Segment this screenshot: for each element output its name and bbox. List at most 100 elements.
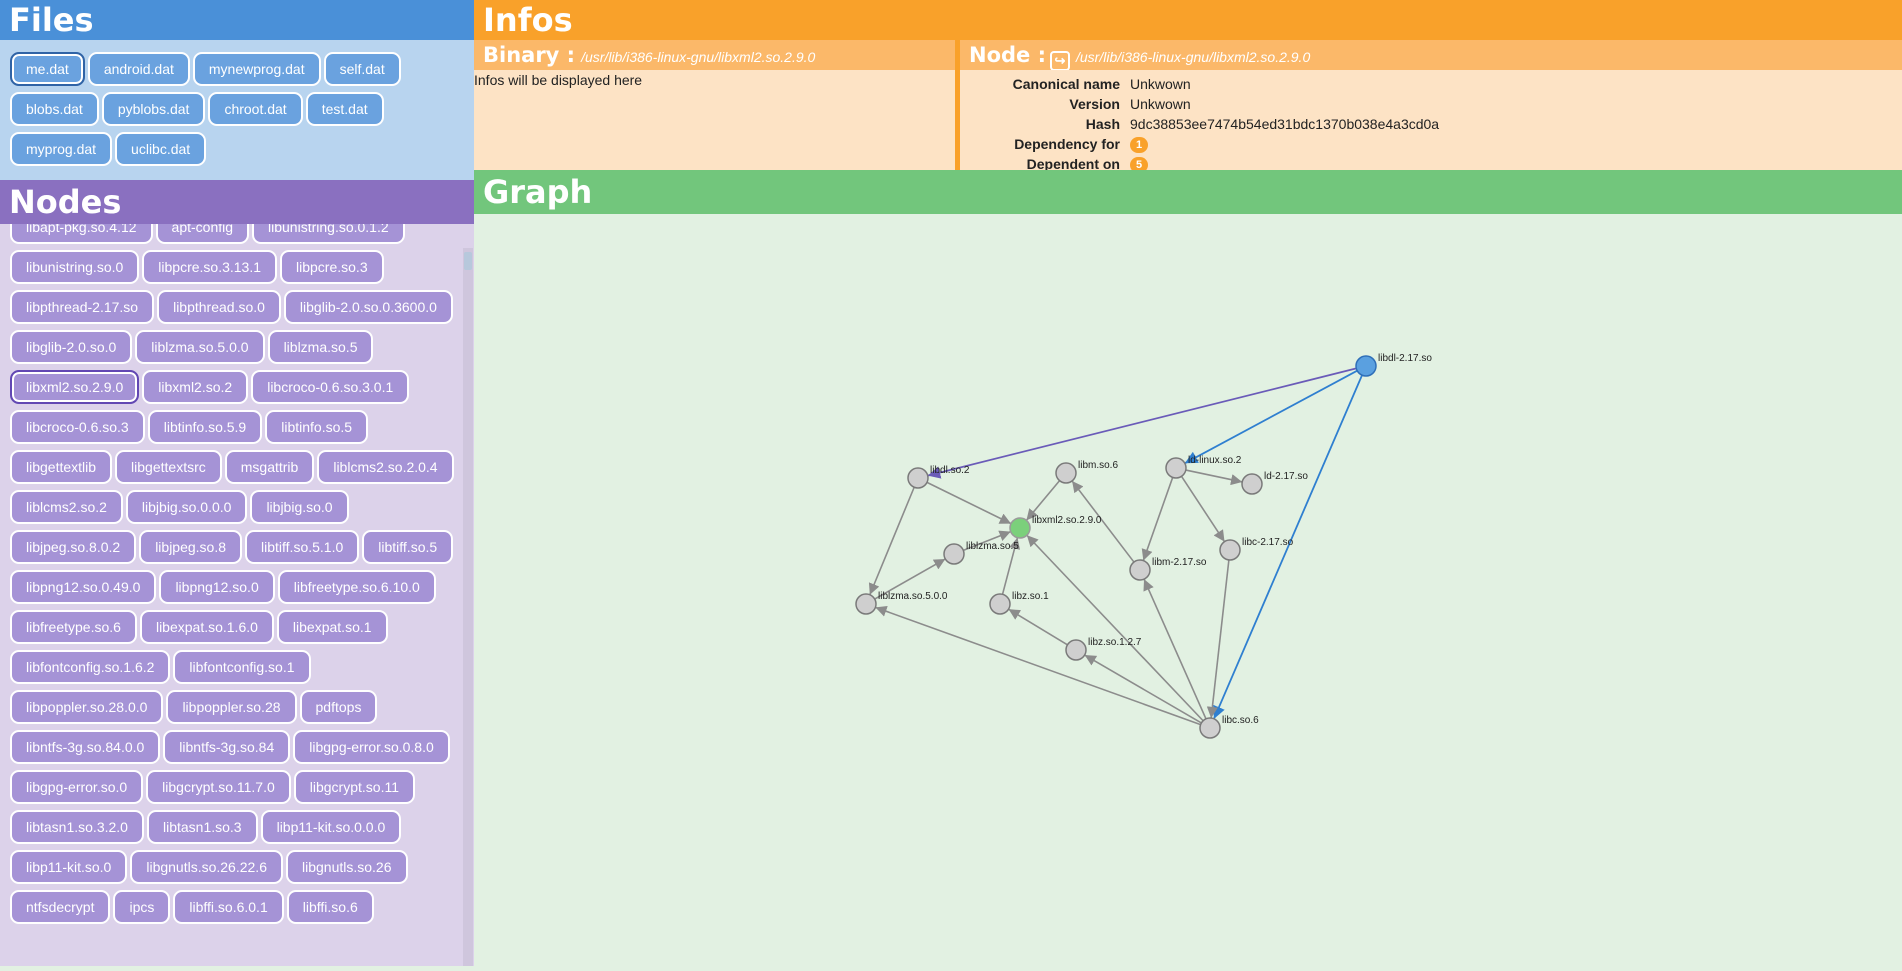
node-chip-libunistring-so-0[interactable]: libunistring.so.0 xyxy=(10,250,140,284)
node-chip-liblzma-so-5[interactable]: liblzma.so.5 xyxy=(267,330,374,364)
node-chip-libgettextlib[interactable]: libgettextlib xyxy=(10,450,113,484)
node-chip-libapt-pkg-so-4-12[interactable]: libapt-pkg.so.4.12 xyxy=(10,224,153,244)
dependency-for-row: Dependency for 1 xyxy=(960,134,1902,154)
node-chip-libfreetype-so-6[interactable]: libfreetype.so.6 xyxy=(10,610,137,644)
node-chip-libfontconfig-so-1-6-2[interactable]: libfontconfig.so.1.6.2 xyxy=(10,650,171,684)
node-chip-libffi-so-6[interactable]: libffi.so.6 xyxy=(286,890,374,924)
graph-node-label: ld-2.17.so xyxy=(1264,471,1308,482)
node-chip-libp11-kit-so-0[interactable]: libp11-kit.so.0 xyxy=(10,850,128,884)
node-chip-libgnutls-so-26-22-6[interactable]: libgnutls.so.26.22.6 xyxy=(130,850,283,884)
node-chip-libpcre-so-3[interactable]: libpcre.so.3 xyxy=(280,250,384,284)
node-chip-libpng12-so-0-49-0[interactable]: libpng12.so.0.49.0 xyxy=(10,570,157,604)
file-chip-blobs-dat[interactable]: blobs.dat xyxy=(10,92,99,126)
nodes-scrollbar[interactable] xyxy=(463,248,473,966)
node-chip-libpcre-so-3-13-1[interactable]: libpcre.so.3.13.1 xyxy=(142,250,278,284)
file-chip-myprog-dat[interactable]: myprog.dat xyxy=(10,132,113,166)
file-chip-test-dat[interactable]: test.dat xyxy=(305,92,384,126)
node-chip-libffi-so-6-0-1[interactable]: libffi.so.6.0.1 xyxy=(173,890,284,924)
node-chip-apt-config[interactable]: apt-config xyxy=(155,224,250,244)
node-chip-libglib-2-0-so-0[interactable]: libglib-2.0.so.0 xyxy=(10,330,133,364)
graph-node-circle[interactable] xyxy=(855,593,877,615)
node-chip-libglib-2-0-so-0-3600-0[interactable]: libglib-2.0.so.0.3600.0 xyxy=(283,290,453,324)
graph-node-circle[interactable] xyxy=(907,467,929,489)
graph-node-circle[interactable] xyxy=(1199,717,1221,739)
graph-node-liblzma-so-5-0-0[interactable]: liblzma.so.5.0.0 xyxy=(855,591,948,615)
file-chip-android-dat[interactable]: android.dat xyxy=(87,52,190,86)
file-chip-mynewprog-dat[interactable]: mynewprog.dat xyxy=(192,52,321,86)
node-chip-libpthread-so-0[interactable]: libpthread.so.0 xyxy=(157,290,281,324)
node-chip-ipcs[interactable]: ipcs xyxy=(113,890,171,924)
node-chip-libgnutls-so-26[interactable]: libgnutls.so.26 xyxy=(285,850,408,884)
node-chip-libxml2-so-2-9-0[interactable]: libxml2.so.2.9.0 xyxy=(10,370,140,404)
node-chip-libgpg-error-so-0-8-0[interactable]: libgpg-error.so.0.8.0 xyxy=(293,730,450,764)
dependency-graph[interactable]: libdl-2.17.so libdl.so.2 libm.so.6 ld-linux… xyxy=(474,214,1902,966)
file-chip-uclibc-dat[interactable]: uclibc.dat xyxy=(115,132,207,166)
graph-node-libz-so-1[interactable]: libz.so.1 xyxy=(989,591,1049,615)
graph-node-circle[interactable] xyxy=(1241,473,1263,495)
node-chip-libexpat-so-1[interactable]: libexpat.so.1 xyxy=(276,610,388,644)
graph-canvas[interactable]: libdl-2.17.so libdl.so.2 libm.so.6 ld-linux… xyxy=(474,214,1902,966)
node-chip-libjbig-so-0[interactable]: libjbig.so.0 xyxy=(250,490,349,524)
node-chip-libtasn1-so-3[interactable]: libtasn1.so.3 xyxy=(146,810,258,844)
node-chip-libfontconfig-so-1[interactable]: libfontconfig.so.1 xyxy=(173,650,311,684)
graph-node-circle[interactable] xyxy=(1055,462,1077,484)
file-chip-pyblobs-dat[interactable]: pyblobs.dat xyxy=(101,92,206,126)
node-chip-libxml2-so-2[interactable]: libxml2.so.2 xyxy=(142,370,249,404)
graph-node-libc-2-17-so[interactable]: libc-2.17.so xyxy=(1219,537,1294,561)
node-chip-libtinfo-so-5[interactable]: libtinfo.so.5 xyxy=(265,410,369,444)
node-chip-msgattrib[interactable]: msgattrib xyxy=(224,450,315,484)
graph-node-libc-so-6[interactable]: libc.so.6 xyxy=(1199,715,1259,739)
node-chip-libpoppler-so-28[interactable]: libpoppler.so.28 xyxy=(166,690,297,724)
graph-node-libm-2-17-so[interactable]: libm-2.17.so xyxy=(1129,557,1207,581)
graph-node-libdl-so-2[interactable]: libdl.so.2 xyxy=(907,465,970,489)
node-chip-libgpg-error-so-0[interactable]: libgpg-error.so.0 xyxy=(10,770,144,804)
node-chip-libntfs-3g-so-84-0-0[interactable]: libntfs-3g.so.84.0.0 xyxy=(10,730,161,764)
graph-node-circle[interactable] xyxy=(1355,355,1377,377)
node-chip-libunistring-so-0-1-2[interactable]: libunistring.so.0.1.2 xyxy=(252,224,405,244)
node-chip-libexpat-so-1-6-0[interactable]: libexpat.so.1.6.0 xyxy=(139,610,274,644)
dependency-for-badge[interactable]: 1 xyxy=(1130,137,1148,154)
node-chip-libtiff-so-5-1-0[interactable]: libtiff.so.5.1.0 xyxy=(245,530,360,564)
graph-node-circle[interactable] xyxy=(1065,639,1087,661)
node-chip-libtiff-so-5[interactable]: libtiff.so.5 xyxy=(362,530,454,564)
node-chip-libfreetype-so-6-10-0[interactable]: libfreetype.so.6.10.0 xyxy=(277,570,436,604)
graph-node-liblzma-so-5[interactable]: liblzma.so.5 xyxy=(943,541,1019,565)
symlink-icon[interactable]: ↪ xyxy=(1050,51,1070,70)
node-chip-liblcms2-so-2[interactable]: liblcms2.so.2 xyxy=(10,490,123,524)
graph-node-circle[interactable] xyxy=(989,593,1011,615)
node-chip-liblzma-so-5-0-0[interactable]: liblzma.so.5.0.0 xyxy=(135,330,265,364)
node-chip-libgcrypt-so-11-7-0[interactable]: libgcrypt.so.11.7.0 xyxy=(146,770,291,804)
file-chip-self-dat[interactable]: self.dat xyxy=(323,52,401,86)
graph-node-circle[interactable] xyxy=(1219,539,1241,561)
node-path: /usr/lib/i386-linux-gnu/libxml2.so.2.9.0 xyxy=(1076,49,1311,65)
node-chip-libtasn1-so-3-2-0[interactable]: libtasn1.so.3.2.0 xyxy=(10,810,144,844)
node-chip-ntfsdecrypt[interactable]: ntfsdecrypt xyxy=(10,890,111,924)
node-chip-libgcrypt-so-11[interactable]: libgcrypt.so.11 xyxy=(293,770,415,804)
node-chip-pdftops[interactable]: pdftops xyxy=(299,690,378,724)
node-chip-libjpeg-so-8-0-2[interactable]: libjpeg.so.8.0.2 xyxy=(10,530,137,564)
node-chip-libtinfo-so-5-9[interactable]: libtinfo.so.5.9 xyxy=(147,410,263,444)
graph-node-libz-so-1-2-7[interactable]: libz.so.1.2.7 xyxy=(1065,637,1142,661)
graph-node-ld-2-17-so[interactable]: ld-2.17.so xyxy=(1241,471,1308,495)
graph-node-circle[interactable] xyxy=(943,543,965,565)
graph-node-circle[interactable] xyxy=(1165,457,1187,479)
nodes-scrollbar-thumb[interactable] xyxy=(464,252,472,270)
node-chip-libjpeg-so-8[interactable]: libjpeg.so.8 xyxy=(139,530,243,564)
node-chip-libntfs-3g-so-84[interactable]: libntfs-3g.so.84 xyxy=(163,730,291,764)
file-chip-me-dat[interactable]: me.dat xyxy=(10,52,85,86)
graph-node-libdl-2-17-so[interactable]: libdl-2.17.so xyxy=(1355,353,1432,377)
node-chip-libgettextsrc[interactable]: libgettextsrc xyxy=(115,450,222,484)
graph-node-libm-so-6[interactable]: libm.so.6 xyxy=(1055,460,1118,484)
node-chip-libcroco-0-6-so-3-0-1[interactable]: libcroco-0.6.so.3.0.1 xyxy=(251,370,410,404)
node-chip-libpoppler-so-28-0-0[interactable]: libpoppler.so.28.0.0 xyxy=(10,690,164,724)
node-chip-libpthread-2-17-so[interactable]: libpthread-2.17.so xyxy=(10,290,155,324)
node-chip-libpng12-so-0[interactable]: libpng12.so.0 xyxy=(159,570,275,604)
node-chip-libjbig-so-0-0-0[interactable]: libjbig.so.0.0.0 xyxy=(125,490,248,524)
graph-node-libxml2-so-2-9-0[interactable]: libxml2.so.2.9.0 xyxy=(1009,515,1102,539)
node-chip-libp11-kit-so-0-0-0[interactable]: libp11-kit.so.0.0.0 xyxy=(260,810,402,844)
file-chip-chroot-dat[interactable]: chroot.dat xyxy=(208,92,303,126)
node-chip-libcroco-0-6-so-3[interactable]: libcroco-0.6.so.3 xyxy=(10,410,145,444)
graph-node-circle[interactable] xyxy=(1129,559,1151,581)
graph-node-circle[interactable] xyxy=(1009,517,1031,539)
node-chip-liblcms2-so-2-0-4[interactable]: liblcms2.so.2.0.4 xyxy=(317,450,454,484)
